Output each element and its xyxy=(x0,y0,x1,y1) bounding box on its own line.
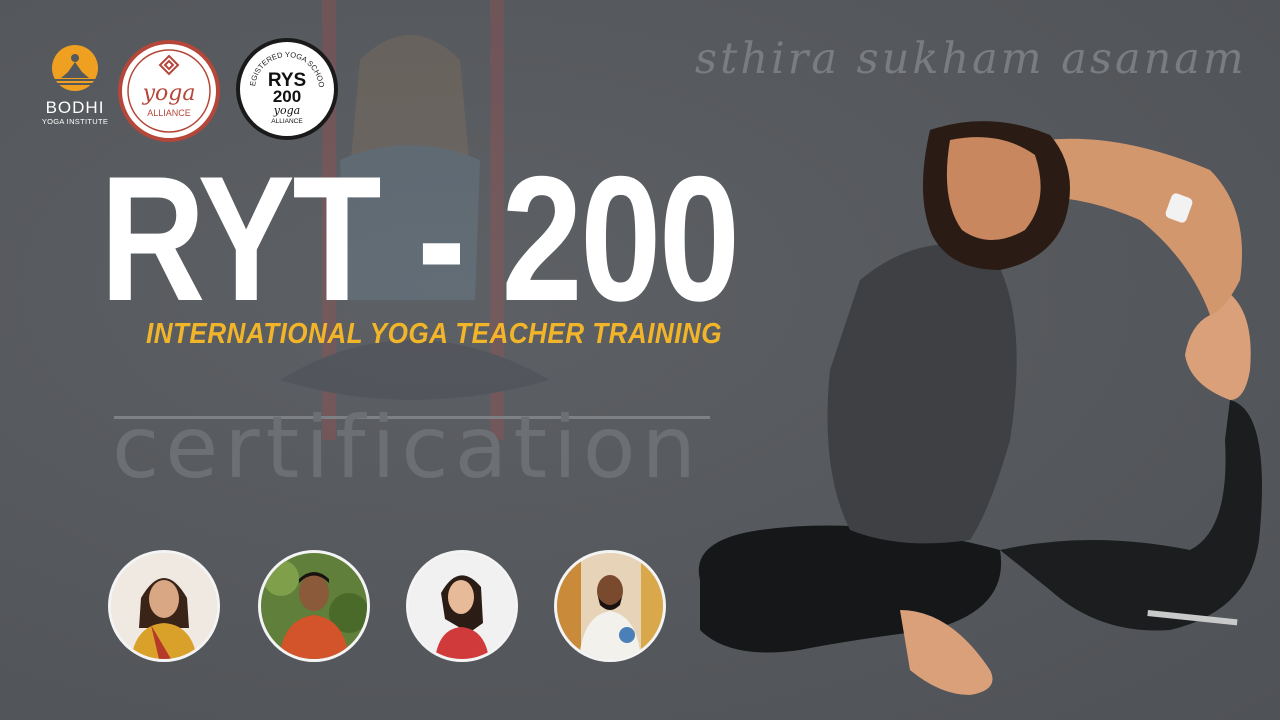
bodhi-subtitle: YOGA INSTITUTE xyxy=(41,117,109,126)
yoga-alliance-seal-image: yoga ALLIANCE xyxy=(127,49,211,133)
instructor-avatar-3 xyxy=(406,550,518,662)
banner: BODHI YOGA INSTITUTE yoga ALLIANCE REGIS… xyxy=(0,0,1280,720)
svg-text:ALLIANCE: ALLIANCE xyxy=(271,118,303,125)
instructor-man-white-shirt-icon xyxy=(557,553,663,659)
svg-text:yoga: yoga xyxy=(142,81,196,106)
svg-text:ALLIANCE: ALLIANCE xyxy=(147,108,191,118)
instructor-avatar-2 xyxy=(258,550,370,662)
tagline-watermark: sthira sukham asanam xyxy=(695,34,1247,84)
instructor-saree-woman-icon xyxy=(111,553,217,659)
instructor-woman-red-top-icon xyxy=(409,553,515,659)
course-title: RYT - 200 xyxy=(100,139,740,338)
bodhi-sun-icon xyxy=(51,45,99,91)
bodhi-logo: BODHI YOGA INSTITUTE xyxy=(38,44,112,126)
instructor-avatar-4 xyxy=(554,550,666,662)
yoga-alliance-seal: yoga ALLIANCE xyxy=(118,40,220,142)
certification-watermark: certification xyxy=(112,398,703,498)
instructor-avatar-1 xyxy=(108,550,220,662)
instructor-man-orange-shirt-icon xyxy=(261,553,367,659)
svg-text:yoga: yoga xyxy=(273,104,300,117)
bodhi-name: BODHI xyxy=(45,98,105,117)
rys-200-seal-image: REGISTERED YOGA SCHOOL RYS 200 yoga ALLI… xyxy=(237,35,326,125)
yoga-model-image xyxy=(698,121,1262,695)
rys-200-seal: REGISTERED YOGA SCHOOL RYS 200 yoga ALLI… xyxy=(236,35,338,140)
course-subtitle: INTERNATIONAL YOGA TEACHER TRAINING xyxy=(146,318,722,350)
